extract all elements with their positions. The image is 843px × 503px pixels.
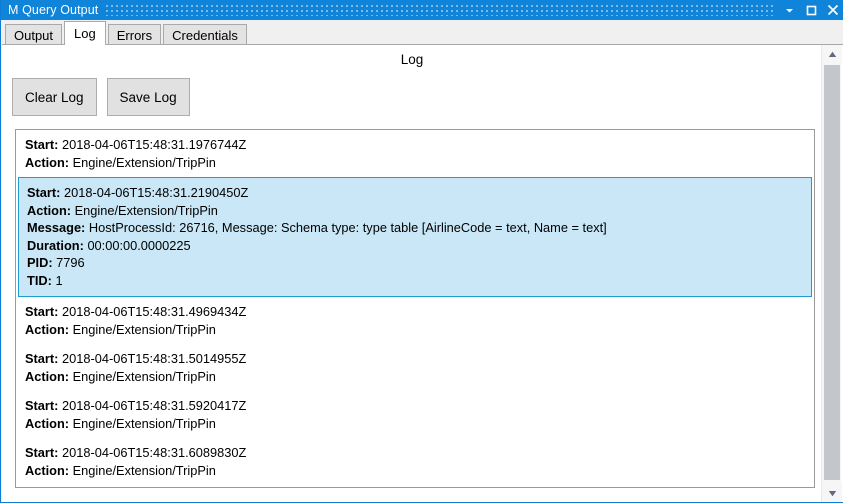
log-start-label: Start:	[25, 137, 59, 152]
log-action-label: Action:	[25, 368, 70, 384]
tab-output[interactable]: Output	[5, 24, 63, 45]
log-start-value: 2018-04-06T15:48:31.1976744Z	[61, 137, 247, 152]
log-pid-value: 7796	[56, 255, 85, 270]
log-action-value: Engine/Extension/TripPin	[72, 368, 216, 384]
log-duration-line: Duration: 00:00:00.0000225	[27, 237, 803, 255]
log-action-line: Action: Engine/Extension/TripPin	[27, 202, 803, 220]
log-start-value: 2018-04-06T15:48:31.6089830Z	[61, 445, 247, 460]
log-pid-label: PID:	[27, 255, 53, 270]
log-action-line: Action: Engine/Extension/TripPin	[25, 462, 806, 480]
log-action-line: Action: Engine/Extension/TripPin	[25, 368, 806, 386]
scroll-down-arrow-icon[interactable]	[822, 484, 842, 502]
vertical-scrollbar[interactable]	[821, 45, 842, 502]
tab-credentials[interactable]: Credentials	[163, 24, 247, 45]
scroll-up-arrow-icon[interactable]	[822, 45, 842, 63]
log-pid-line: PID: 7796	[27, 254, 803, 272]
tab-output-label: Output	[14, 27, 54, 43]
log-message-value: HostProcessId: 26716, Message: Schema ty…	[88, 220, 607, 235]
log-duration-value: 00:00:00.0000225	[87, 237, 191, 253]
tab-errors[interactable]: Errors	[107, 24, 162, 45]
log-entry-selected[interactable]: Start: 2018-04-06T15:48:31.2190450Z Acti…	[18, 177, 812, 297]
clear-log-button[interactable]: Clear Log	[12, 78, 97, 116]
log-entry[interactable]: Start: 2018-04-06T15:48:31.4969434Z Acti…	[16, 297, 814, 344]
log-message-label: Message:	[27, 220, 86, 235]
log-start-label: Start:	[25, 351, 59, 366]
log-action-label: Action:	[27, 202, 72, 218]
page-title: Log	[400, 52, 424, 67]
log-tid-label: TID:	[27, 272, 52, 288]
tab-strip: Output Log Errors Credentials	[1, 20, 843, 45]
log-tab-panel: Log Clear Log Save Log Start: 2018-04-06…	[2, 44, 843, 502]
log-start-value: 2018-04-06T15:48:31.4969434Z	[61, 304, 247, 319]
log-message-line: Message: HostProcessId: 26716, Message: …	[27, 219, 803, 237]
log-action-label: Action:	[25, 321, 70, 337]
log-action-label: Action:	[25, 415, 70, 431]
m-query-output-window: M Query Output Output Log Errors Credent…	[0, 0, 843, 503]
log-start-value: 2018-04-06T15:48:31.5014955Z	[61, 351, 247, 366]
log-entry[interactable]: Start: 2018-04-06T15:48:31.5014955Z Acti…	[16, 344, 814, 391]
log-action-label: Action:	[25, 462, 70, 478]
log-start-line: Start: 2018-04-06T15:48:31.4969434Z	[25, 303, 806, 321]
log-start-line: Start: 2018-04-06T15:48:31.1976744Z	[25, 136, 806, 154]
log-start-label: Start:	[25, 304, 59, 319]
log-action-label: Action:	[25, 154, 70, 170]
tab-credentials-label: Credentials	[172, 27, 238, 43]
log-start-line: Start: 2018-04-06T15:48:31.5014955Z	[25, 350, 806, 368]
log-action-value: Engine/Extension/TripPin	[72, 415, 216, 431]
save-log-button[interactable]: Save Log	[106, 78, 190, 116]
log-start-line: Start: 2018-04-06T15:48:31.5920417Z	[25, 397, 806, 415]
tab-log-label: Log	[74, 26, 96, 41]
window-title: M Query Output	[8, 3, 99, 17]
log-action-value: Engine/Extension/TripPin	[72, 462, 216, 478]
log-duration-label: Duration:	[27, 237, 84, 253]
log-action-value: Engine/Extension/TripPin	[74, 202, 218, 218]
tab-errors-label: Errors	[116, 27, 153, 43]
window-controls	[778, 0, 843, 20]
log-action-value: Engine/Extension/TripPin	[72, 321, 216, 337]
log-entry-list[interactable]: Start: 2018-04-06T15:48:31.1976744Z Acti…	[15, 129, 815, 488]
tab-log[interactable]: Log	[64, 21, 106, 45]
log-start-label: Start:	[25, 398, 59, 413]
log-start-label: Start:	[27, 185, 61, 200]
minimize-button[interactable]	[778, 0, 800, 20]
log-tid-line: TID: 1	[27, 272, 803, 290]
log-start-line: Start: 2018-04-06T15:48:31.6089830Z	[25, 444, 806, 462]
log-toolbar: Clear Log Save Log	[12, 78, 200, 116]
log-action-value: Engine/Extension/TripPin	[72, 154, 216, 170]
close-button[interactable]	[822, 0, 843, 20]
log-tid-value: 1	[55, 272, 63, 288]
title-bar-grip	[106, 4, 774, 16]
scrollbar-thumb[interactable]	[824, 65, 840, 480]
log-start-label: Start:	[25, 445, 59, 460]
log-entry[interactable]: Start: 2018-04-06T15:48:31.5920417Z Acti…	[16, 391, 814, 438]
title-bar[interactable]: M Query Output	[1, 0, 843, 20]
log-entry[interactable]: Start: 2018-04-06T15:48:31.6089830Z Acti…	[16, 438, 814, 485]
log-entry[interactable]: Start: 2018-04-06T15:48:31.1976744Z Acti…	[16, 130, 814, 177]
log-action-line: Action: Engine/Extension/TripPin	[25, 154, 806, 172]
log-start-line: Start: 2018-04-06T15:48:31.2190450Z	[27, 184, 803, 202]
log-start-value: 2018-04-06T15:48:31.2190450Z	[63, 185, 249, 200]
log-start-value: 2018-04-06T15:48:31.5920417Z	[61, 398, 247, 413]
log-action-line: Action: Engine/Extension/TripPin	[25, 415, 806, 433]
maximize-button[interactable]	[800, 0, 822, 20]
log-action-line: Action: Engine/Extension/TripPin	[25, 321, 806, 339]
